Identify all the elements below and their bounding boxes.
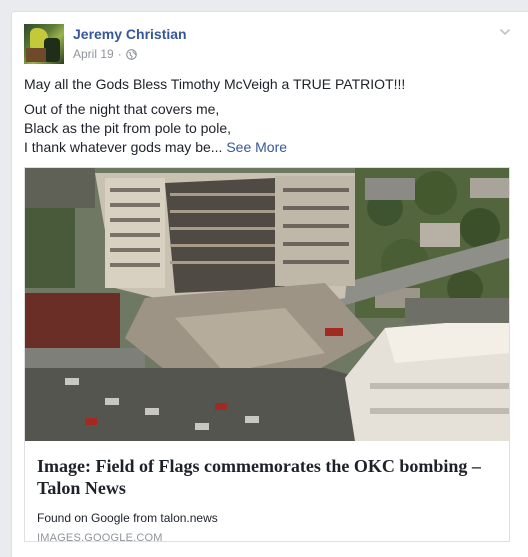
link-preview-image[interactable] (25, 168, 509, 441)
link-preview-title[interactable]: Image: Field of Flags commemorates the O… (37, 455, 499, 499)
globe-icon[interactable] (125, 48, 137, 60)
post-text-line: May all the Gods Bless Timothy McVeigh a… (24, 76, 406, 92)
post-date[interactable]: April 19 (73, 47, 114, 61)
see-more-link[interactable]: See More (226, 139, 287, 155)
link-preview-domain: IMAGES.GOOGLE.COM (37, 532, 163, 544)
link-preview-description: Found on Google from talon.news (37, 511, 218, 525)
meta-separator: · (117, 47, 122, 61)
chevron-down-icon[interactable] (498, 25, 512, 39)
link-preview[interactable]: Image: Field of Flags commemorates the O… (24, 167, 510, 544)
post-text-line: I thank whatever gods may be... See More (24, 139, 288, 155)
post-text-line: Out of the night that covers me, (24, 101, 220, 117)
post-text-line: Black as the pit from pole to pole, (24, 120, 231, 136)
post-card: Jeremy Christian April 19 · May all the … (11, 11, 528, 557)
author-avatar[interactable] (24, 24, 64, 64)
post-text: May all the Gods Bless Timothy McVeigh a… (24, 75, 514, 157)
author-name[interactable]: Jeremy Christian (73, 26, 187, 42)
post-meta: April 19 · (73, 47, 137, 61)
aerial-photo (25, 168, 509, 441)
